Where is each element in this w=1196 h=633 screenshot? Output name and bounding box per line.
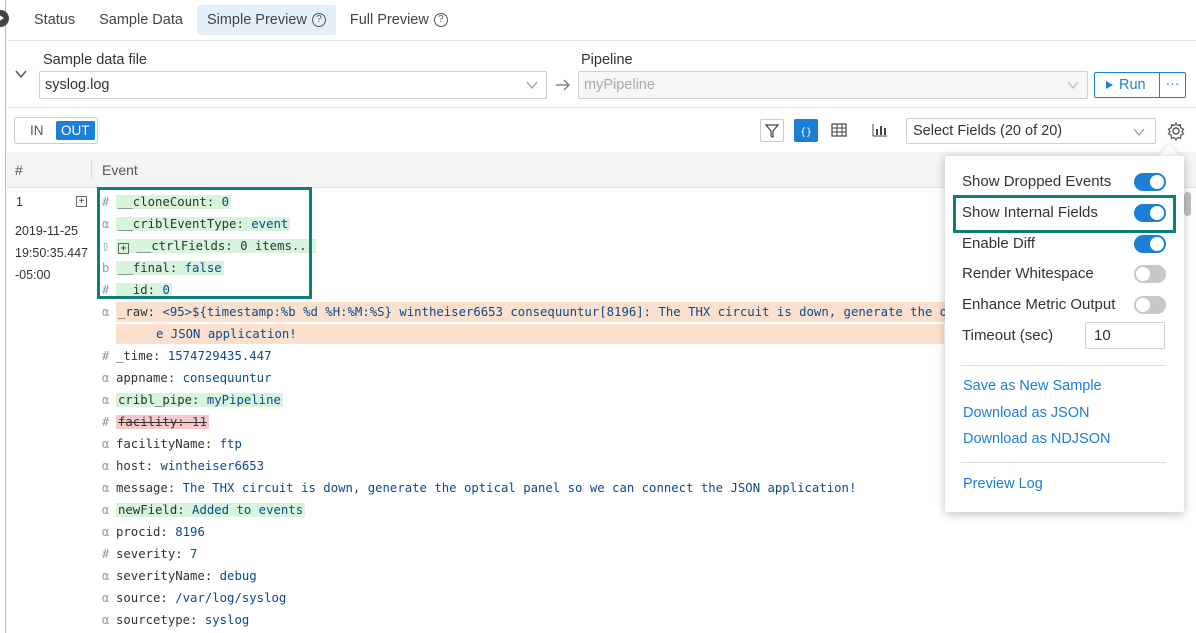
toggle-enhance-metric-output[interactable]	[1134, 296, 1166, 314]
pipeline-label: Pipeline	[581, 52, 633, 68]
field-row[interactable]: α facilityName: ftp	[102, 434, 242, 454]
field-row[interactable]: # severity: 7	[102, 544, 197, 564]
help-icon[interactable]: ?	[311, 13, 326, 27]
bar-chart-icon	[872, 124, 887, 137]
toggle-knob	[1136, 298, 1150, 312]
help-icon[interactable]: ?	[433, 13, 448, 27]
string-type-icon: α	[102, 613, 110, 627]
toggle-knob	[1150, 175, 1164, 189]
divider	[7, 107, 1196, 108]
metrics-chart-button[interactable]	[868, 119, 892, 142]
timeout-input[interactable]: 10	[1085, 322, 1165, 349]
option-enable-diff: Enable Diff	[962, 235, 1036, 252]
field-row-raw[interactable]: α _raw: <95>${timestamp:%b %d %H:%M:%S} w…	[102, 302, 969, 322]
chevron-down-icon	[1067, 81, 1079, 90]
toggle-enable-diff[interactable]	[1134, 235, 1166, 253]
tab-status[interactable]: Status	[24, 5, 85, 35]
chevron-down-icon[interactable]	[14, 67, 28, 81]
string-type-icon: α	[102, 437, 110, 451]
out-button[interactable]: OUT	[56, 121, 95, 140]
show-internal-fields-highlight	[953, 195, 1176, 233]
timeout-label: Timeout (sec)	[962, 327, 1054, 344]
table-view-button[interactable]	[827, 119, 851, 142]
column-event-header: Event	[102, 162, 138, 178]
field-row[interactable]: α sourcetype: syslog	[102, 610, 249, 630]
json-view-button[interactable]: {}	[794, 119, 818, 142]
chevron-down-icon	[1133, 128, 1145, 137]
string-type-icon: α	[102, 305, 110, 319]
option-enhance-metric-output: Enhance Metric Output	[962, 296, 1116, 313]
option-render-whitespace: Render Whitespace	[962, 265, 1094, 282]
string-type-icon: α	[102, 393, 110, 407]
arrow-right-icon	[556, 79, 570, 91]
event-date: 2019-11-25	[15, 224, 79, 238]
column-number-header: #	[15, 162, 23, 178]
field-row[interactable]: α procid: 8196	[102, 522, 205, 542]
svg-text:{}: {}	[800, 127, 812, 138]
preview-tabs: Status Sample Data Simple Preview? Full …	[24, 5, 458, 35]
field-row[interactable]: # _time: 1574729435.447	[102, 346, 271, 366]
string-type-icon: α	[102, 525, 110, 539]
toggle-knob	[1136, 267, 1150, 281]
tab-full-preview[interactable]: Full Preview?	[340, 5, 458, 35]
vertical-scrollbar[interactable]	[1184, 192, 1191, 216]
table-icon	[831, 123, 847, 137]
field-row[interactable]: α severityName: debug	[102, 566, 257, 586]
field-row-removed[interactable]: # facility: 11	[102, 412, 209, 432]
collapse-play-icon[interactable]	[0, 10, 9, 27]
event-time: 19:50:35.447	[15, 246, 88, 260]
string-type-icon: α	[102, 459, 110, 473]
save-as-new-sample-link[interactable]: Save as New Sample	[963, 378, 1102, 394]
in-button[interactable]: IN	[25, 121, 49, 140]
number-type-icon: #	[102, 349, 110, 363]
gear-icon[interactable]	[1166, 121, 1186, 141]
string-type-icon: α	[102, 591, 110, 605]
tab-simple-preview[interactable]: Simple Preview?	[196, 5, 336, 35]
preview-log-link[interactable]: Preview Log	[963, 476, 1043, 492]
filter-button[interactable]	[760, 119, 784, 142]
option-show-dropped-events: Show Dropped Events	[962, 173, 1112, 190]
more-options-button[interactable]: ···	[1159, 72, 1186, 98]
sample-file-select[interactable]: syslog.log	[39, 71, 547, 99]
braces-icon: {}	[800, 127, 812, 138]
field-row[interactable]: α newField: Added to events	[102, 500, 306, 520]
field-row[interactable]: α source: /var/log/syslog	[102, 588, 286, 608]
download-ndjson-link[interactable]: Download as NDJSON	[963, 431, 1110, 447]
row-number: 1	[16, 195, 23, 209]
left-rail	[0, 0, 6, 633]
run-button[interactable]: Run	[1094, 72, 1160, 98]
field-row[interactable]: α host: wintheiser6653	[102, 456, 264, 476]
toggle-render-whitespace[interactable]	[1134, 265, 1166, 283]
field-row-raw-wrap: e JSON application!	[116, 324, 944, 344]
chevron-down-icon	[526, 81, 538, 90]
number-type-icon: #	[102, 547, 110, 561]
sample-file-label: Sample data file	[43, 52, 147, 68]
divider	[961, 462, 1166, 463]
filter-icon	[765, 124, 779, 138]
field-row[interactable]: α appname: consequuntur	[102, 368, 271, 388]
expand-row-icon[interactable]: +	[76, 196, 87, 207]
toggle-show-dropped-events[interactable]	[1134, 173, 1166, 191]
field-row[interactable]: α cribl_pipe: myPipeline	[102, 390, 283, 410]
string-type-icon: α	[102, 503, 110, 517]
field-row[interactable]: α message: The THX circuit is down, gener…	[102, 478, 856, 498]
tab-sample-data[interactable]: Sample Data	[89, 5, 193, 35]
column-separator	[91, 160, 92, 180]
string-type-icon: α	[102, 371, 110, 385]
number-type-icon: #	[102, 415, 110, 429]
select-fields-dropdown[interactable]: Select Fields (20 of 20)	[906, 118, 1156, 144]
divider	[961, 365, 1166, 366]
divider	[7, 40, 1196, 41]
string-type-icon: α	[102, 481, 110, 495]
in-out-toggle: IN OUT	[14, 117, 98, 144]
string-type-icon: α	[102, 569, 110, 583]
event-timezone: -05:00	[15, 268, 51, 282]
pipeline-select[interactable]: myPipeline	[578, 71, 1088, 99]
internal-fields-highlight	[97, 187, 312, 299]
download-json-link[interactable]: Download as JSON	[963, 405, 1090, 421]
toggle-knob	[1150, 237, 1164, 251]
